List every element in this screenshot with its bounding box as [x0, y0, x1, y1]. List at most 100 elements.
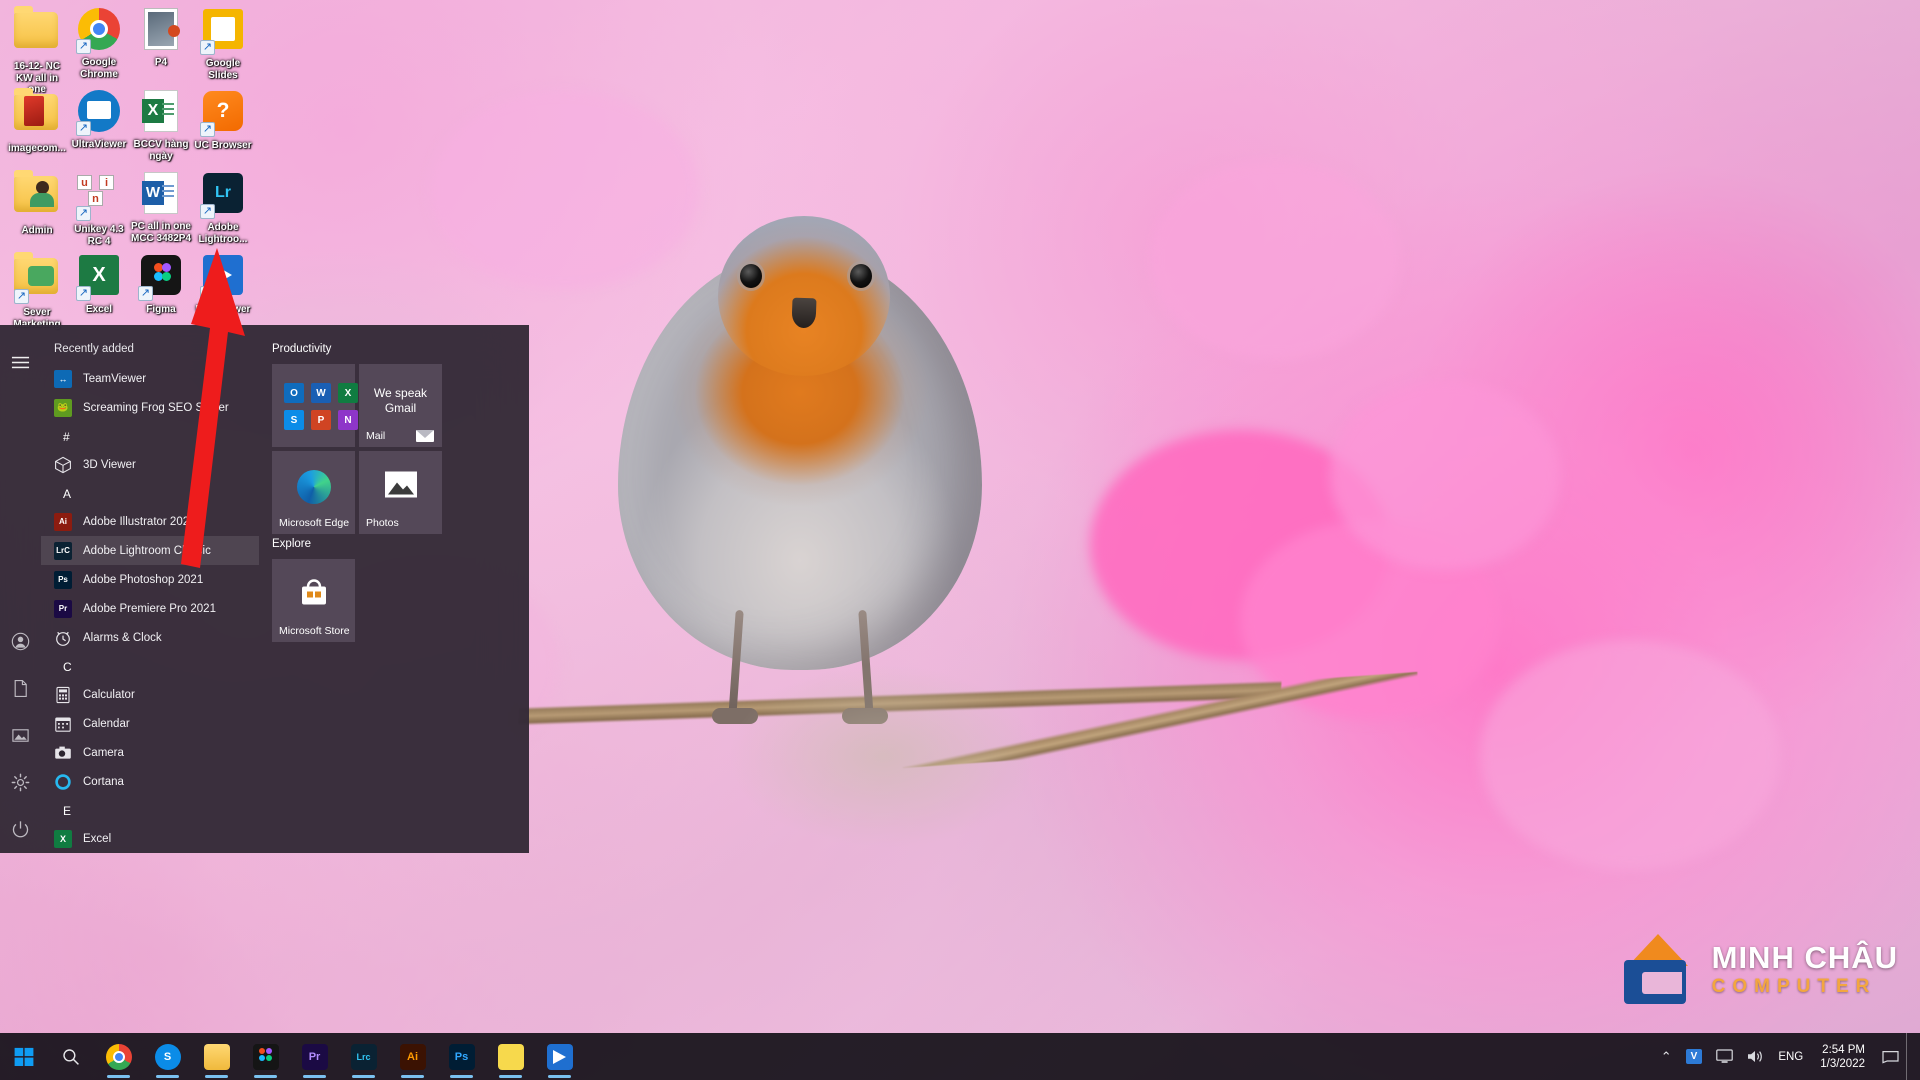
- start-menu-rail: [0, 325, 41, 853]
- running-indicator: [401, 1075, 424, 1078]
- word-doc-icon: W: [138, 172, 184, 218]
- figma-icon: ↗: [138, 255, 184, 301]
- documents-button[interactable]: [0, 665, 41, 712]
- desktop-icon[interactable]: X ↗ Excel: [68, 252, 130, 316]
- taskbar-app-button[interactable]: Ai: [388, 1033, 437, 1080]
- blossom-decor: [430, 90, 700, 290]
- desktop-icon-label: Google Chrome: [80, 57, 118, 80]
- start-menu-app-item[interactable]: LrC Adobe Lightroom Classic: [41, 536, 259, 565]
- start-menu-app-item[interactable]: Ai Adobe Illustrator 2021: [41, 507, 259, 536]
- pr-icon: Pr: [54, 599, 72, 618]
- windows-logo-icon: [14, 1047, 34, 1066]
- start-menu-app-item[interactable]: 🐸 Screaming Frog SEO Spider: [41, 393, 259, 422]
- desktop-icon[interactable]: ↗ Figma: [130, 252, 192, 316]
- desktop-icon[interactable]: W PC all in one MCC 3482P4: [130, 170, 192, 244]
- start-menu-tiles: Productivity O W X S P N We speak Gmail Mail Micr…: [259, 325, 529, 853]
- power-button[interactable]: [0, 806, 41, 853]
- start-menu-app-label: Calculator: [83, 688, 135, 701]
- start-menu-app-list[interactable]: Recently added ↔ TeamViewer 🐸 Screaming Fro…: [41, 325, 259, 853]
- hamburger-menu-button[interactable]: [0, 339, 41, 386]
- tile-label: Microsoft Edge: [279, 517, 350, 529]
- start-menu-tile[interactable]: Microsoft Edge: [272, 451, 355, 534]
- desktop-icon[interactable]: ↗ UltraViewer: [192, 252, 254, 316]
- chrome-icon: ↗: [76, 8, 122, 54]
- start-menu-app-item[interactable]: Calculator: [41, 680, 259, 709]
- start-menu-app-item[interactable]: Camera: [41, 738, 259, 767]
- taskbar-app-button[interactable]: [241, 1033, 290, 1080]
- start-menu-app-item[interactable]: Alarms & Clock: [41, 623, 259, 652]
- desktop-icon[interactable]: ↗ Google Chrome: [68, 6, 130, 80]
- tray-chevron-button[interactable]: ⌃: [1654, 1033, 1679, 1080]
- start-menu-tile[interactable]: Photos: [359, 451, 442, 534]
- edge-icon: [296, 469, 331, 504]
- tray-volume-button[interactable]: [1740, 1033, 1771, 1080]
- folder-red-icon: [14, 88, 60, 140]
- lightroom-icon: Lr ↗: [200, 173, 246, 219]
- taskbar[interactable]: S Pr Lrc Ai Ps ⌃ V ENG 2:54 PM 1/3/2022: [0, 1033, 1920, 1080]
- taskbar-app-button[interactable]: [94, 1033, 143, 1080]
- tile-label: Mail: [366, 430, 386, 442]
- start-menu-tile[interactable]: We speak Gmail Mail: [359, 364, 442, 447]
- taskbar-app-button[interactable]: [192, 1033, 241, 1080]
- desktop-icon-label: Admin: [21, 225, 53, 236]
- clock-time: 2:54 PM: [1822, 1043, 1865, 1056]
- tray-display-button[interactable]: [1709, 1033, 1740, 1080]
- watermark-line2: COMPUTER: [1711, 976, 1877, 997]
- watermark-line1: MINH CHÂU: [1711, 940, 1898, 975]
- running-indicator: [254, 1075, 277, 1078]
- desktop-icon[interactable]: u i n ↗ Unikey 4.3 RC 4: [68, 170, 130, 247]
- desktop-icon[interactable]: ↗ Google Slides: [192, 6, 254, 81]
- ucbrowser-icon: ? ↗: [200, 91, 246, 137]
- desktop-icon[interactable]: ? ↗ UC Browser: [192, 88, 254, 152]
- start-menu[interactable]: Recently added ↔ TeamViewer 🐸 Screaming Fro…: [0, 325, 529, 853]
- desktop-icon[interactable]: 16-12- NC KW all in one: [6, 6, 68, 96]
- tile-group-title: Explore: [272, 538, 311, 550]
- shortcut-overlay-icon: ↗: [200, 40, 215, 55]
- start-menu-app-item[interactable]: ↔ TeamViewer: [41, 364, 259, 393]
- user-account-button[interactable]: [0, 618, 41, 665]
- app-list-section-letter: #: [63, 430, 70, 444]
- alphabetical-app-list: #3D Viewer A Ai Adobe Illustrator 2021 LrC Ad…: [41, 422, 259, 853]
- start-menu-app-item[interactable]: X Excel: [41, 824, 259, 853]
- pictures-button[interactable]: [0, 712, 41, 759]
- search-button[interactable]: [48, 1033, 94, 1080]
- folder-green-icon: ↗: [14, 252, 60, 304]
- settings-button[interactable]: [0, 759, 41, 806]
- notifications-button[interactable]: [1875, 1033, 1906, 1080]
- taskbar-app-button[interactable]: S: [143, 1033, 192, 1080]
- start-menu-app-item[interactable]: 3D Viewer: [41, 450, 259, 479]
- start-menu-app-label: Adobe Photoshop 2021: [83, 573, 204, 586]
- start-menu-tile[interactable]: Microsoft Store: [272, 559, 355, 642]
- desktop-icon[interactable]: Admin: [6, 170, 68, 237]
- shortcut-overlay-icon: ↗: [76, 39, 91, 54]
- office-app-icon: O: [284, 383, 304, 403]
- running-indicator: [499, 1075, 522, 1078]
- desktop-icon[interactable]: P4: [130, 6, 192, 69]
- tray-language-indicator[interactable]: ENG: [1771, 1033, 1810, 1080]
- office-app-icon: X: [338, 383, 358, 403]
- unikey-icon: u i n ↗: [76, 175, 122, 221]
- tray-unikey-indicator[interactable]: V: [1679, 1033, 1710, 1080]
- start-menu-app-item[interactable]: Pr Adobe Premiere Pro 2021: [41, 594, 259, 623]
- start-menu-app-item[interactable]: Ps Adobe Photoshop 2021: [41, 565, 259, 594]
- taskbar-app-button[interactable]: Pr: [290, 1033, 339, 1080]
- desktop-icon[interactable]: Lr ↗ Adobe Lightroo...: [192, 170, 254, 245]
- desktop-icon[interactable]: X BCCV hàng ngày: [130, 88, 192, 162]
- taskbar-app-button[interactable]: [535, 1033, 584, 1080]
- show-desktop-button[interactable]: [1906, 1033, 1914, 1080]
- gear-icon: [11, 773, 30, 792]
- start-menu-app-item[interactable]: Calendar: [41, 709, 259, 738]
- taskbar-app-button[interactable]: [486, 1033, 535, 1080]
- desktop-icon[interactable]: ↗ UltraViewer: [68, 88, 130, 151]
- taskbar-app-button[interactable]: Lrc: [339, 1033, 388, 1080]
- desktop-icon-label: BCCV hàng ngày: [133, 139, 189, 162]
- start-menu-app-item[interactable]: Cortana: [41, 767, 259, 796]
- start-menu-tile[interactable]: OWX SPN: [272, 364, 358, 447]
- start-button[interactable]: [0, 1033, 48, 1080]
- blossom-decor: [1480, 640, 1780, 870]
- excel-doc-icon: X: [138, 90, 184, 136]
- desktop-icon[interactable]: imagecom...: [6, 88, 68, 155]
- desktop-icon[interactable]: ↗ Sever Marketing: [6, 252, 68, 330]
- taskbar-app-button[interactable]: Ps: [437, 1033, 486, 1080]
- clock[interactable]: 2:54 PM 1/3/2022: [1810, 1043, 1875, 1071]
